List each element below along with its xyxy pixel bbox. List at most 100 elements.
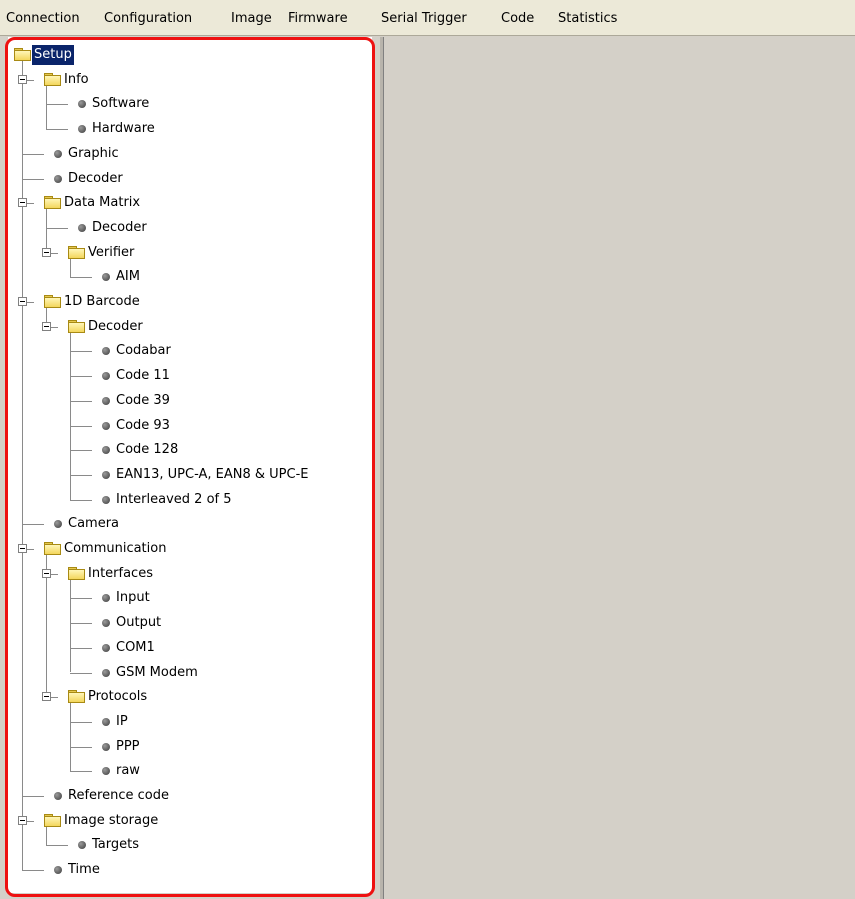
bullet-icon (102, 668, 110, 677)
menu-code[interactable]: Code (501, 9, 534, 29)
tree-leaf-node[interactable]: Code 39 (8, 391, 368, 411)
bullet-icon (78, 223, 86, 232)
tree-leaf-node[interactable]: AIM (8, 267, 368, 287)
bullet-icon (102, 594, 110, 603)
tree-connector-horizontal (70, 647, 92, 649)
tree-node-label: Camera (68, 516, 120, 532)
tree-node-label: Software (92, 96, 150, 112)
tree-folder-node[interactable]: Decoder (8, 317, 368, 337)
tree-leaf-node[interactable]: Graphic (8, 144, 368, 164)
tree-leaf-node[interactable]: Time (8, 860, 368, 880)
menu-bar: Connection Configuration Image Firmware … (0, 0, 855, 36)
bullet-icon (102, 446, 110, 455)
tree-connector-horizontal (70, 721, 92, 723)
folder-icon (68, 245, 85, 259)
tree-node-label: Decoder (88, 318, 143, 334)
bullet-icon (102, 372, 110, 381)
tree-connector-horizontal (22, 178, 44, 180)
collapse-toggle-icon[interactable] (42, 568, 51, 578)
tree-leaf-node[interactable]: Decoder (8, 169, 368, 189)
bullet-icon (102, 396, 110, 405)
tree-node-label: Image storage (64, 812, 159, 828)
tree-connector-horizontal (22, 153, 44, 155)
tree-connector-horizontal (70, 425, 92, 427)
folder-icon (44, 813, 61, 827)
tree-leaf-node[interactable]: Reference code (8, 786, 368, 806)
tree-leaf-node[interactable]: COM1 (8, 638, 368, 658)
tree-connector-horizontal (22, 796, 44, 797)
bullet-icon (102, 767, 110, 776)
tree-node-label: Verifier (88, 244, 135, 260)
tree-node-label: Reference code (68, 788, 169, 803)
tree-node-label: Input (116, 590, 150, 606)
tree-node-label: Interfaces (88, 565, 153, 581)
tree-connector-horizontal (70, 598, 92, 600)
tree-leaf-node[interactable]: Code 128 (8, 440, 368, 460)
tree-node-label: PPP (116, 738, 140, 754)
tree-folder-node[interactable]: Protocols (8, 687, 368, 707)
tree-leaf-node[interactable]: Input (8, 588, 368, 608)
tree-connector-horizontal (70, 450, 92, 452)
menu-configuration[interactable]: Configuration (104, 9, 192, 29)
tree-folder-node[interactable]: Data Matrix (8, 193, 368, 213)
tree-leaf-node[interactable]: PPP (8, 737, 368, 757)
tree-connector-horizontal (46, 129, 68, 131)
tree-folder-node[interactable]: 1D Barcode (8, 292, 368, 312)
tree-node-label: raw (116, 763, 140, 779)
tree-connector-horizontal (22, 524, 44, 526)
tree-node-label: Codabar (116, 343, 171, 359)
bullet-icon (102, 470, 110, 479)
collapse-toggle-icon[interactable] (42, 247, 51, 257)
collapse-toggle-icon[interactable] (18, 544, 27, 553)
tree-node-label: Time (68, 862, 100, 878)
collapse-toggle-icon[interactable] (18, 74, 27, 84)
collapse-toggle-icon[interactable] (42, 692, 51, 702)
tree-leaf-node[interactable]: Decoder (8, 218, 368, 238)
tree-leaf-node[interactable]: Hardware (8, 119, 368, 139)
tree-folder-node[interactable]: Image storage (8, 811, 368, 831)
tree-leaf-node[interactable]: raw (8, 761, 368, 781)
tree-folder-node[interactable]: Communication (8, 539, 368, 559)
tree-leaf-node[interactable]: Code 93 (8, 416, 368, 436)
content-panel (384, 37, 855, 899)
menu-statistics[interactable]: Statistics (558, 9, 617, 29)
menu-firmware[interactable]: Firmware (288, 9, 348, 29)
folder-icon (14, 48, 31, 61)
tree-leaf-node[interactable]: Targets (8, 835, 368, 855)
tree-leaf-node[interactable]: Camera (8, 514, 368, 534)
tree-folder-node[interactable]: Setup (8, 45, 368, 65)
folder-icon (68, 690, 85, 704)
bullet-icon (102, 742, 110, 751)
tree-leaf-node[interactable]: Software (8, 94, 368, 114)
tree-leaf-node[interactable]: Output (8, 613, 368, 633)
tree-leaf-node[interactable]: EAN13, UPC-A, EAN8 & UPC-E (8, 465, 368, 485)
tree-folder-node[interactable]: Interfaces (8, 564, 368, 584)
tree-connector-horizontal (70, 499, 92, 501)
bullet-icon (78, 100, 86, 109)
tree-folder-node[interactable]: Info (8, 70, 368, 90)
tree-leaf-node[interactable]: Codabar (8, 341, 368, 361)
tree-node-label: Code 128 (116, 442, 179, 458)
tree-connector-horizontal (46, 104, 68, 106)
menu-serial-trigger[interactable]: Serial Trigger (381, 9, 467, 29)
tree-connector-horizontal (70, 351, 92, 353)
collapse-toggle-icon[interactable] (18, 815, 27, 825)
bullet-icon (102, 421, 110, 430)
tree-leaf-node[interactable]: IP (8, 712, 368, 732)
collapse-toggle-icon[interactable] (18, 198, 27, 208)
tree-node-label: Hardware (92, 121, 155, 137)
tree-connector-horizontal (70, 400, 92, 402)
menu-image[interactable]: Image (231, 9, 272, 29)
tree-leaf-node[interactable]: Interleaved 2 of 5 (8, 490, 368, 510)
tree-leaf-node[interactable]: GSM Modem (8, 663, 368, 683)
tree-leaf-node[interactable]: Code 11 (8, 366, 368, 386)
menu-connection[interactable]: Connection (6, 9, 80, 29)
setup-tree[interactable]: Setup Info Software Hardware Graphic Decoder D… (8, 37, 372, 893)
collapse-toggle-icon[interactable] (18, 297, 27, 306)
tree-folder-node[interactable]: Verifier (8, 243, 368, 263)
collapse-toggle-icon[interactable] (42, 321, 51, 331)
tree-connector-horizontal (70, 672, 92, 674)
tree-node-label: Decoder (92, 219, 147, 235)
tree-node-label: COM1 (116, 639, 155, 655)
tree-node-label: Output (116, 615, 162, 631)
